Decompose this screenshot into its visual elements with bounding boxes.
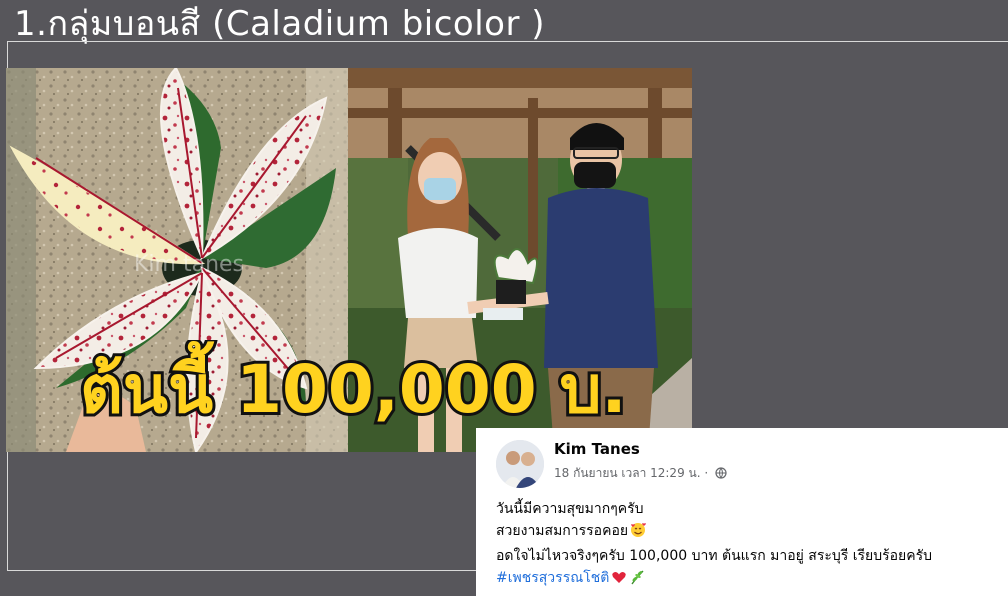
globe-icon bbox=[715, 467, 727, 482]
post-line: สวยงามสมการรอคอย bbox=[496, 520, 932, 545]
herb-icon bbox=[629, 569, 645, 592]
slide-title: 1.กลุ่มบอนสี (Caladium bicolor ) bbox=[14, 4, 546, 44]
post-line: วันนี้มีความสุขมากๆครับ bbox=[496, 501, 644, 517]
post-line: #เพชรสุวรรณโชติ bbox=[496, 567, 932, 592]
facebook-post: Kim Tanes 18 กันยายน เวลา 12:29 น. · วัน… bbox=[476, 428, 1008, 596]
post-line-text: สวยงามสมการรอคอย bbox=[496, 523, 629, 539]
post-meta: 18 กันยายน เวลา 12:29 น. · bbox=[554, 464, 727, 483]
smiling-face-with-hearts-icon bbox=[630, 522, 647, 545]
plant-photo: Kim tanes bbox=[6, 68, 350, 452]
post-line: อดใจไม่ไหวจริงๆครับ 100,000 บาท ต้นแรก ม… bbox=[496, 548, 933, 564]
people-photo bbox=[348, 68, 692, 452]
post-body: วันนี้มีความสุขมากๆครับ สวยงามสมการรอคอย… bbox=[496, 498, 932, 592]
photo-watermark: Kim tanes bbox=[134, 252, 245, 277]
post-author[interactable]: Kim Tanes bbox=[554, 440, 640, 458]
hashtag-link[interactable]: #เพชรสุวรรณโชติ bbox=[496, 570, 609, 586]
post-timestamp[interactable]: 18 กันยายน เวลา 12:29 น. · bbox=[554, 466, 708, 480]
red-heart-icon bbox=[611, 569, 627, 592]
people-illustration bbox=[348, 68, 692, 452]
avatar[interactable] bbox=[496, 440, 544, 488]
